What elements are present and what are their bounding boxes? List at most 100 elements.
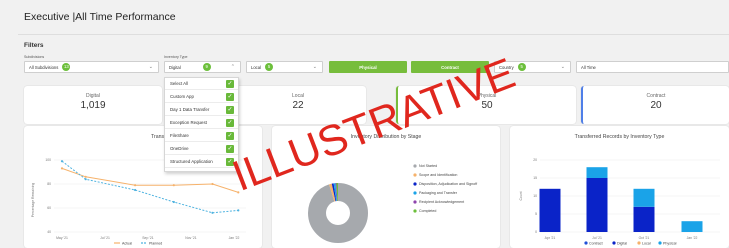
legend-label: Not Started (419, 164, 437, 168)
data-point (237, 209, 240, 212)
physical-button[interactable]: Physical (329, 61, 407, 73)
bar-digital (586, 178, 608, 232)
subdivisions-label: Subdivisions (24, 55, 45, 59)
y-tick-label: 20 (533, 158, 537, 162)
kpi-card-digital: Digital 1,019 (24, 86, 162, 124)
x-tick-label: Apr '21 (545, 236, 556, 240)
legend-label: Packaging and Transfer (419, 191, 458, 195)
x-tick-label: Jul '21 (592, 236, 602, 240)
legend-marker (584, 241, 588, 245)
dropdown-item-onedrive[interactable]: OneDrive ✓ (165, 143, 238, 155)
legend-label: Disposition, Adjudication and Signoff (419, 182, 477, 186)
data-point (84, 178, 87, 181)
data-point (60, 160, 64, 163)
dropdown-item-select-all[interactable]: Select All ✓ (165, 78, 238, 90)
subdivisions-value: All Subdivisions (29, 64, 59, 70)
x-tick-label: Nov '21 (185, 236, 197, 240)
kpi-value: 20 (650, 100, 662, 111)
chevron-down-icon: ⌄ (312, 64, 317, 70)
bar-digital (539, 188, 561, 232)
data-point (134, 188, 137, 192)
dropdown-item-label: Select All (170, 81, 189, 86)
inventory-type-label: Inventory Type (164, 55, 188, 59)
kpi-label: Digital (86, 93, 100, 99)
legend-marker (413, 209, 417, 213)
subdivisions-select[interactable]: All Subdivisions 13 ⌄ (24, 61, 159, 73)
x-tick-label: Jan '22 (687, 236, 698, 240)
y-axis-label: Count (519, 191, 523, 200)
x-tick-label: Oct '21 (639, 236, 650, 240)
chevron-down-icon: ⌄ (148, 64, 153, 70)
x-tick-label: May '21 (56, 236, 68, 240)
legend-label: Contract (589, 241, 603, 245)
transferred-bar-chart: Count 0 5 10 15 20 Apr '21 Jul '21 Oct '21 Jan '… (519, 158, 720, 245)
y-tick-label: 0 (535, 230, 537, 234)
legend-marker (612, 241, 616, 245)
bar-digital (633, 206, 655, 232)
checkbox-checked-icon[interactable]: ✓ (226, 106, 234, 114)
local-select[interactable]: Local 5 ⌄ (246, 61, 323, 73)
dropdown-item-fileshare[interactable]: FileShare ✓ (165, 130, 238, 142)
legend-marker (413, 173, 417, 177)
local-count-badge: 5 (265, 63, 274, 71)
legend-label: Digital (617, 241, 627, 245)
dropdown-item-label: FileShare (170, 133, 189, 138)
legend-marker (413, 191, 417, 195)
bar-physical (633, 188, 655, 207)
header-divider (18, 34, 729, 35)
inventory-type-count-badge: 9 (202, 63, 211, 71)
kpi-label: Contract (646, 93, 666, 99)
subdivisions-count-badge: 13 (62, 63, 71, 71)
x-tick-label: Jul '21 (100, 236, 110, 240)
data-point (172, 200, 175, 204)
data-point (211, 211, 214, 214)
y-tick-label: 100 (45, 158, 51, 162)
legend-label: Local (642, 241, 651, 245)
dropdown-item-custom-app[interactable]: Custom App ✓ (165, 91, 238, 103)
x-tick-label: Jan '22 (229, 236, 240, 240)
page-title: Executive |All Time Performance (24, 11, 176, 23)
legend-marker (413, 182, 417, 186)
inventory-type-select[interactable]: Digital 9 ⌃ (164, 61, 241, 73)
checkbox-checked-icon[interactable]: ✓ (226, 145, 234, 153)
data-point (172, 184, 175, 187)
legend-marker (658, 241, 662, 245)
legend-marker (413, 164, 417, 168)
checkbox-checked-icon[interactable]: ✓ (226, 132, 234, 140)
checkbox-checked-icon[interactable]: ✓ (226, 93, 234, 101)
time-select[interactable]: All Time (576, 61, 729, 73)
dropdown-item-label: Custom App (170, 94, 194, 99)
dropdown-item-day1-data-transfer[interactable]: Day 1 Data Transfer ✓ (165, 104, 238, 116)
checkbox-checked-icon[interactable]: ✓ (226, 80, 234, 88)
chevron-down-icon: ⌄ (560, 64, 565, 70)
dropdown-item-exception-request[interactable]: Exception Request ✓ (165, 117, 238, 129)
legend-label: Physical (663, 241, 677, 245)
bar-physical (586, 167, 608, 178)
y-tick-label: 15 (533, 176, 537, 180)
y-tick-label: 10 (533, 194, 537, 198)
legend-label: Scope and Identification (419, 173, 457, 177)
y-tick-label: 5 (535, 212, 537, 216)
y-tick-label: 60 (47, 206, 51, 210)
inventory-type-value: Digital (169, 64, 181, 70)
data-point (84, 175, 87, 178)
filters-section-label: Filters (24, 42, 44, 49)
series-line-actual (61, 167, 239, 193)
dropdown-item-label: OneDrive (170, 146, 189, 151)
legend-label: Planned (149, 241, 162, 245)
kpi-card-contract: Contract 20 (581, 86, 729, 124)
transferred-records-panel: Transferred Records by Inventory Type Co… (510, 126, 729, 248)
dropdown-item-label: Day 1 Data Transfer (170, 107, 210, 112)
chevron-up-icon: ⌃ (230, 64, 235, 70)
legend-label: Recipient Acknowledgement (419, 200, 464, 204)
data-point (60, 167, 64, 170)
legend-label: Actual (122, 241, 132, 245)
dropdown-item-label: Structured Application (170, 159, 213, 164)
checkbox-checked-icon[interactable]: ✓ (226, 119, 234, 127)
y-tick-label: 40 (47, 230, 51, 234)
legend-marker (413, 200, 417, 204)
y-tick-label: 80 (47, 182, 51, 186)
legend-marker (637, 241, 641, 245)
data-point (134, 184, 137, 187)
time-value: All Time (581, 64, 596, 70)
